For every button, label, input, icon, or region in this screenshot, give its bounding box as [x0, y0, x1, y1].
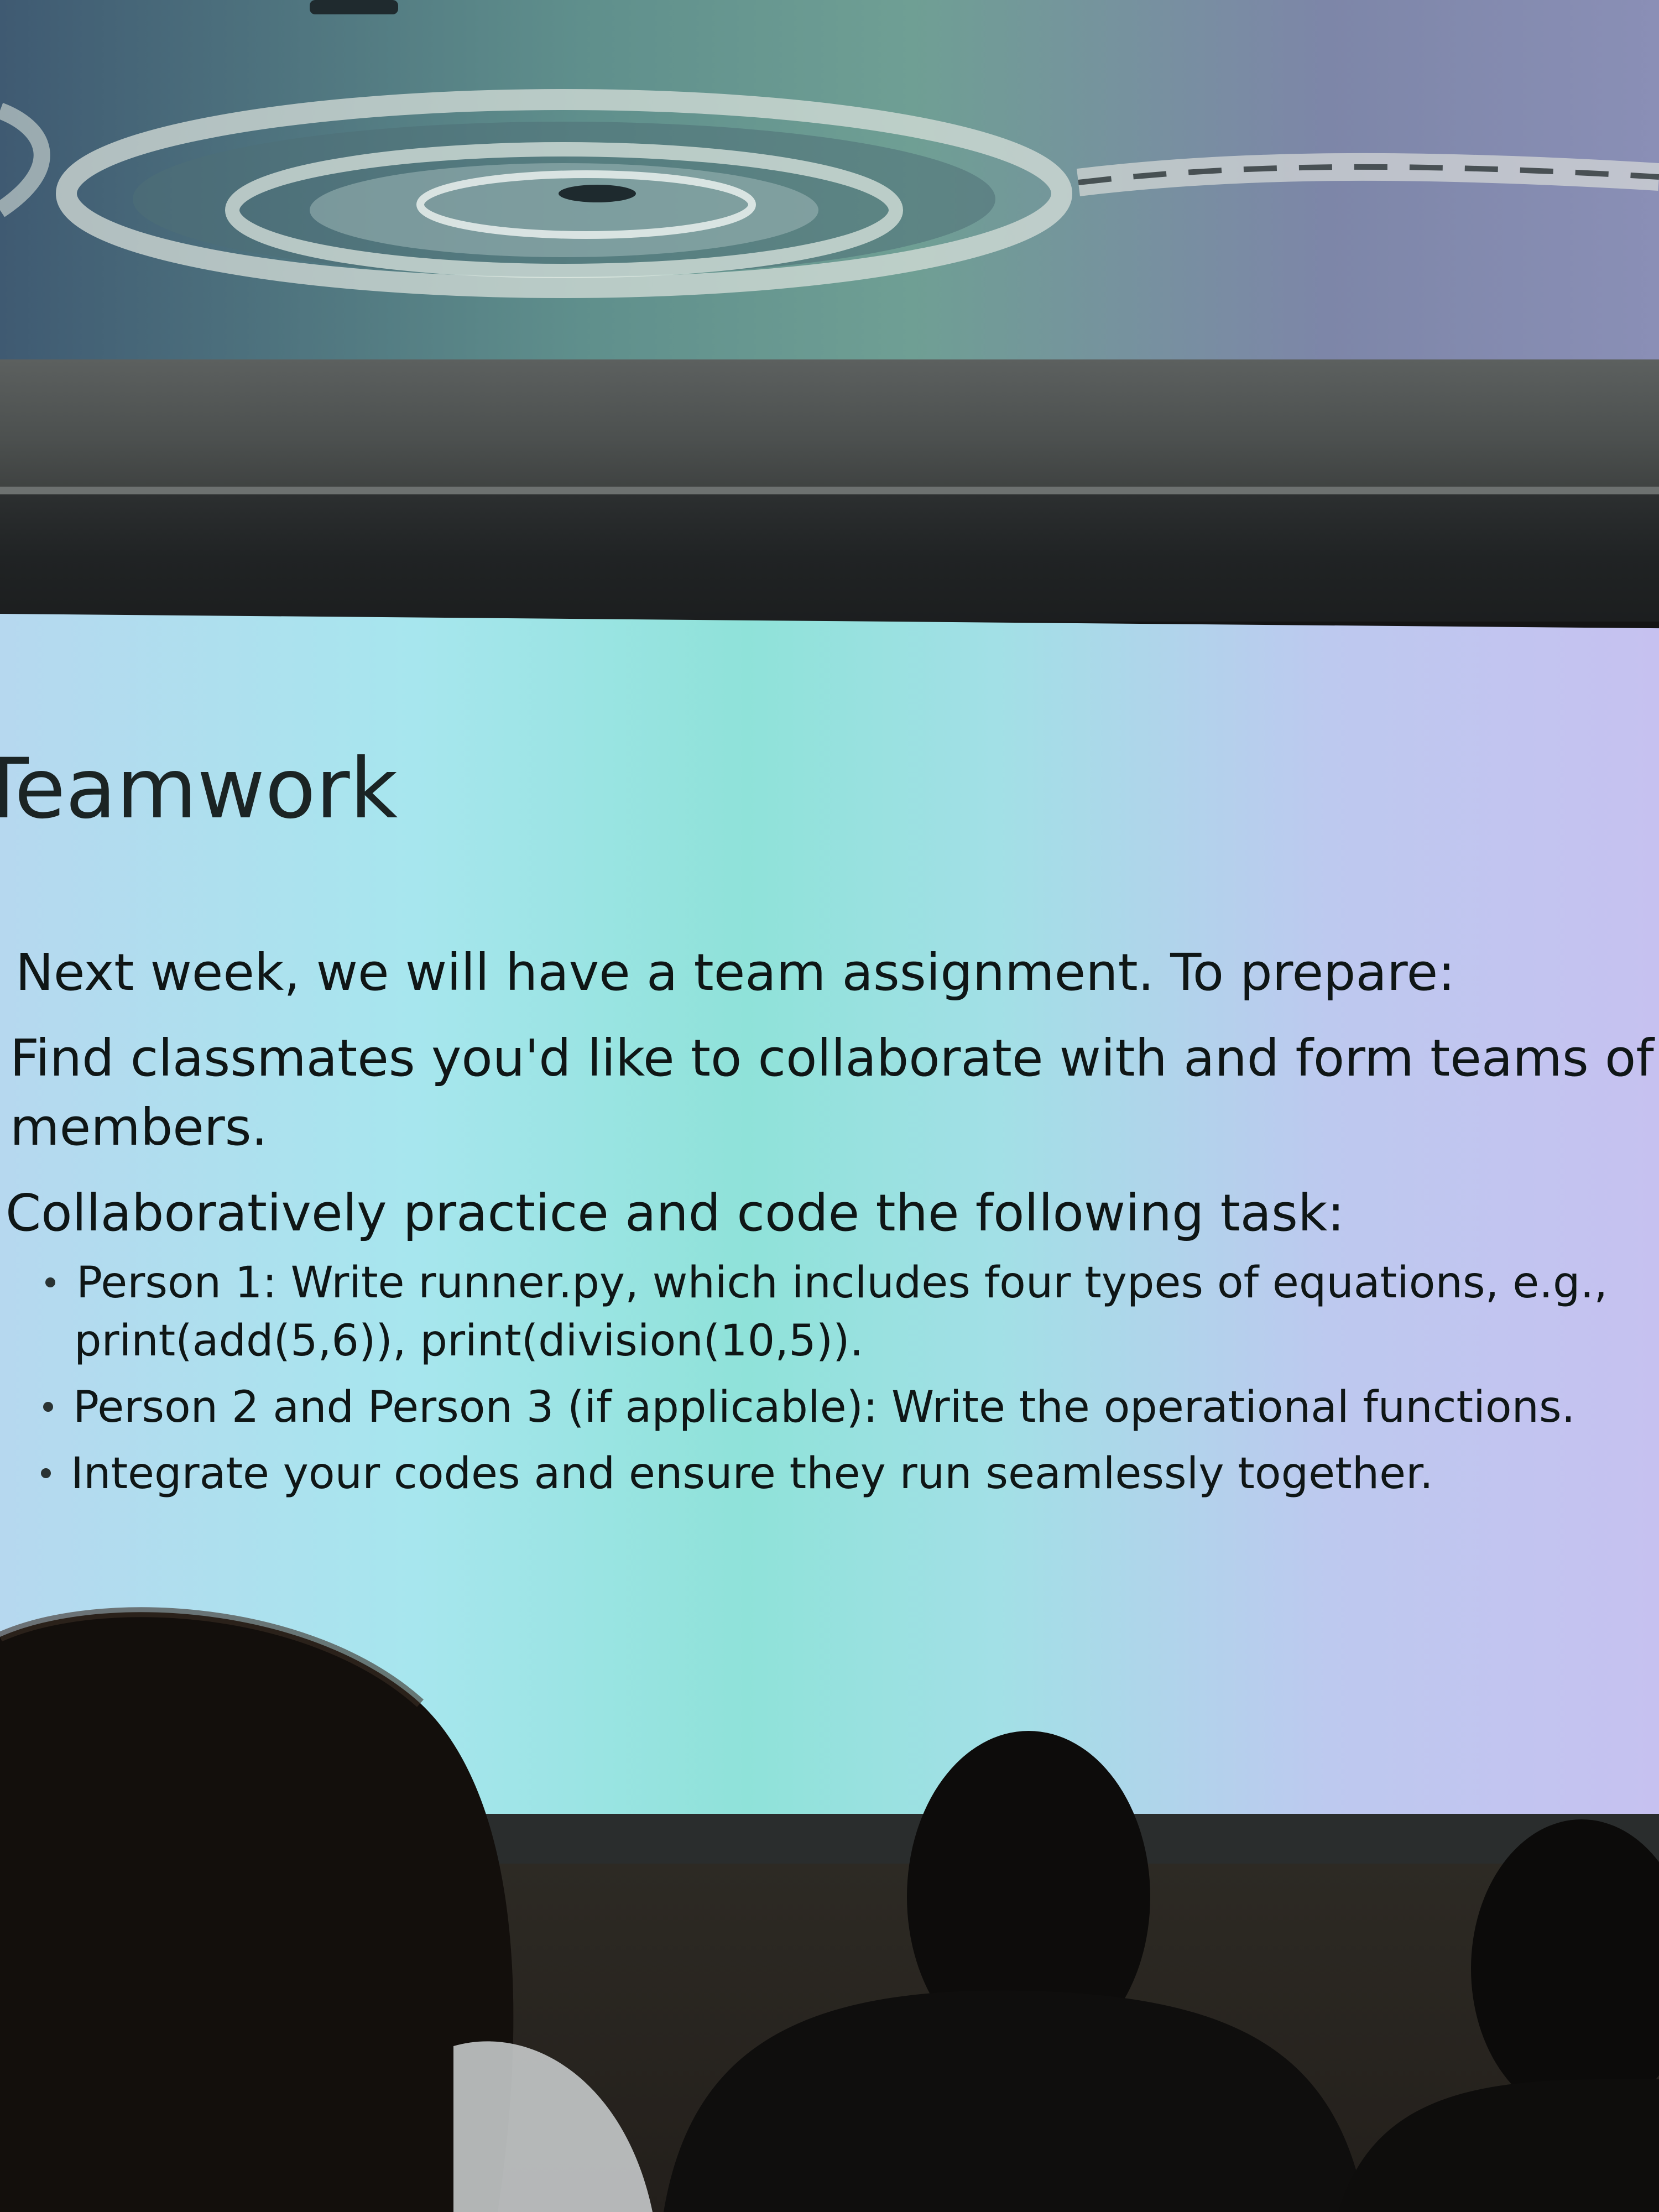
- audience-head-left: [0, 1612, 514, 2212]
- lecture-photo: Teamwork Next week, we will have a team …: [0, 0, 1659, 2212]
- audience-head-right: [1471, 1819, 1659, 2118]
- audience-silhouettes: [0, 1607, 1659, 2212]
